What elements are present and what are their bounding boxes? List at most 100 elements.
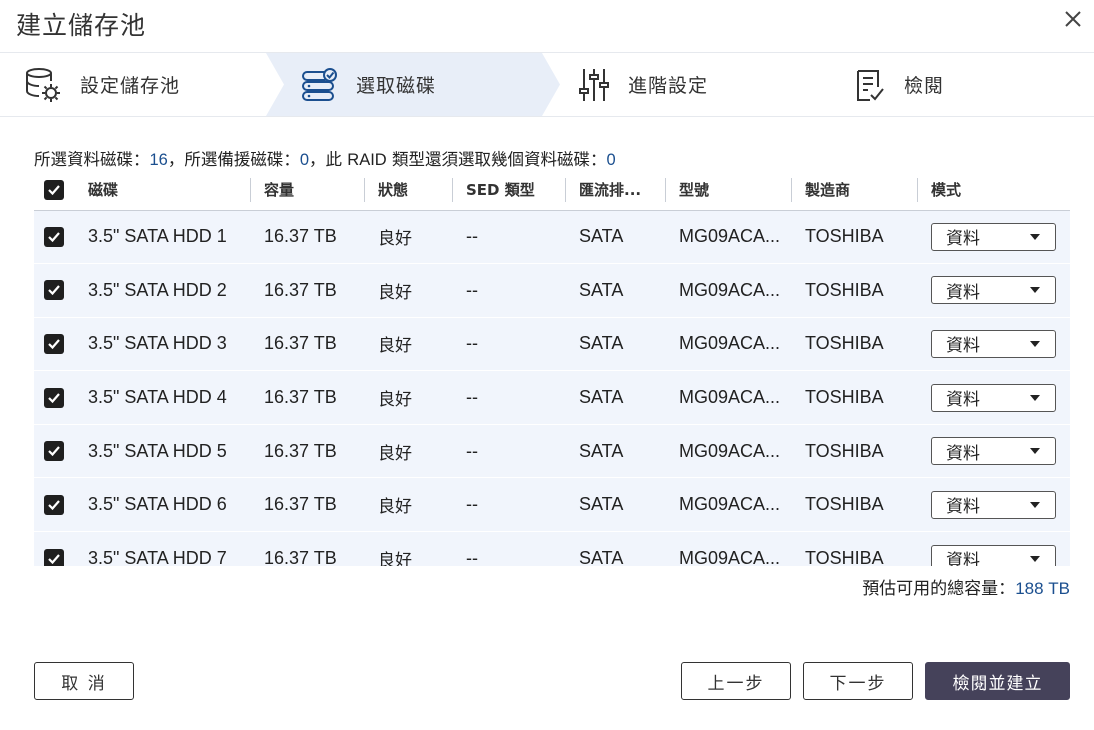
sliders-icon	[579, 68, 609, 101]
disk-name: 3.5" SATA HDD 3	[74, 316, 250, 371]
disk-sed-type: --	[452, 477, 565, 532]
table-row[interactable]: 3.5" SATA HDD 2 16.37 TB 良好 -- SATA MG09…	[34, 263, 1070, 318]
disk-name: 3.5" SATA HDD 6	[74, 477, 250, 532]
disk-bus: SATA	[565, 263, 665, 318]
column-header-bus[interactable]: 匯流排...	[565, 170, 665, 211]
disk-vendor: TOSHIBA	[791, 370, 917, 425]
review-checklist-icon	[857, 69, 884, 101]
row-checkbox[interactable]	[44, 387, 64, 408]
spare-disk-count: 0	[299, 151, 310, 169]
caret-down-icon	[1030, 340, 1040, 347]
storage-pool-settings-icon	[26, 67, 60, 102]
caret-down-icon	[1030, 555, 1040, 562]
column-header-vendor[interactable]: 製造商	[791, 170, 917, 211]
step-select-disks[interactable]: 選取磁碟	[300, 53, 436, 116]
disk-bus: SATA	[565, 209, 665, 264]
mode-select[interactable]: 資料	[931, 437, 1056, 466]
caret-down-icon	[1030, 501, 1040, 508]
column-header-disk[interactable]: 磁碟	[74, 170, 250, 211]
caret-down-icon	[1030, 394, 1040, 401]
disk-vendor: TOSHIBA	[791, 423, 917, 478]
disk-model: MG09ACA...	[665, 209, 791, 264]
close-button[interactable]	[1058, 4, 1088, 34]
disk-name: 3.5" SATA HDD 2	[74, 263, 250, 318]
disk-capacity: 16.37 TB	[250, 263, 364, 318]
disk-vendor: TOSHIBA	[791, 209, 917, 264]
disk-sed-type: --	[452, 316, 565, 371]
check-icon	[48, 553, 60, 564]
step-label: 選取磁碟	[356, 75, 437, 97]
caret-down-icon	[1030, 448, 1040, 455]
column-header-sed-type[interactable]: SED 類型	[452, 170, 565, 211]
disk-sed-type: --	[452, 531, 565, 566]
disk-status: 良好	[378, 336, 412, 357]
row-checkbox[interactable]	[44, 548, 64, 566]
table-row[interactable]: 3.5" SATA HDD 6 16.37 TB 良好 -- SATA MG09…	[34, 477, 1070, 532]
disk-status: 良好	[378, 551, 412, 566]
disk-capacity: 16.37 TB	[250, 370, 364, 425]
disk-capacity: 16.37 TB	[250, 531, 364, 566]
step-storage-pool-settings[interactable]: 設定儲存池	[24, 53, 180, 116]
cancel-button[interactable]: 取 消	[34, 662, 134, 700]
disk-bus: SATA	[565, 316, 665, 371]
column-header-mode[interactable]: 模式	[917, 170, 1070, 211]
step-advanced-settings[interactable]: 進階設定	[578, 53, 708, 116]
table-row[interactable]: 3.5" SATA HDD 1 16.37 TB 良好 -- SATA MG09…	[34, 209, 1070, 264]
mode-select[interactable]: 資料	[931, 329, 1056, 358]
column-header-model[interactable]: 型號	[665, 170, 791, 211]
table-header: 磁碟 容量 狀態 SED 類型 匯流排... 型號 製造商 模式	[34, 170, 1070, 211]
check-icon	[48, 339, 60, 350]
row-checkbox[interactable]	[44, 226, 64, 247]
mode-select[interactable]: 資料	[931, 490, 1056, 519]
select-disks-icon	[302, 67, 337, 101]
caret-down-icon	[1030, 233, 1040, 240]
row-checkbox[interactable]	[44, 333, 64, 354]
row-checkbox[interactable]	[44, 441, 64, 462]
disk-table: 磁碟 容量 狀態 SED 類型 匯流排... 型號 製造商 模式 3.5" SA…	[34, 170, 1070, 566]
step-label: 設定儲存池	[80, 75, 181, 97]
disk-bus: SATA	[565, 531, 665, 566]
disk-sed-type: --	[452, 370, 565, 425]
next-button[interactable]: 下一步	[803, 662, 913, 700]
disk-status: 良好	[378, 390, 412, 411]
disk-capacity: 16.37 TB	[250, 423, 364, 478]
disk-name: 3.5" SATA HDD 5	[74, 423, 250, 478]
estimated-capacity: 預估可用的總容量：188 TB	[862, 574, 1070, 599]
disk-model: MG09ACA...	[665, 423, 791, 478]
mode-select[interactable]: 資料	[931, 276, 1056, 305]
disk-capacity: 16.37 TB	[250, 209, 364, 264]
row-checkbox[interactable]	[44, 280, 64, 301]
mode-select[interactable]: 資料	[931, 383, 1056, 412]
check-icon	[48, 232, 60, 242]
summary-text: RAID	[347, 151, 387, 169]
disk-model: MG09ACA...	[665, 316, 791, 371]
disk-vendor: TOSHIBA	[791, 316, 917, 371]
disk-status: 良好	[378, 497, 412, 518]
check-icon	[48, 500, 60, 510]
check-icon	[48, 285, 60, 296]
summary-text: ，此	[309, 150, 348, 169]
disk-sed-type: --	[452, 263, 565, 318]
column-header-capacity[interactable]: 容量	[250, 170, 364, 211]
step-label: 進階設定	[628, 75, 709, 97]
previous-button[interactable]: 上一步	[681, 662, 791, 700]
mode-select[interactable]: 資料	[931, 544, 1056, 566]
wizard-steps: 設定儲存池 選取磁碟 進階設定 檢閱	[0, 52, 1094, 117]
check-icon	[48, 185, 60, 195]
table-row[interactable]: 3.5" SATA HDD 5 16.37 TB 良好 -- SATA MG09…	[34, 423, 1070, 478]
table-row[interactable]: 3.5" SATA HDD 7 16.37 TB 良好 -- SATA MG09…	[34, 531, 1070, 566]
disk-status: 良好	[378, 443, 412, 464]
table-row[interactable]: 3.5" SATA HDD 4 16.37 TB 良好 -- SATA MG09…	[34, 370, 1070, 425]
column-header-status[interactable]: 狀態	[364, 170, 452, 211]
table-row[interactable]: 3.5" SATA HDD 3 16.37 TB 良好 -- SATA MG09…	[34, 316, 1070, 371]
select-all-checkbox[interactable]	[44, 179, 64, 200]
step-review[interactable]: 檢閱	[854, 53, 944, 116]
review-and-create-button[interactable]: 檢閱並建立	[925, 662, 1070, 700]
disk-name: 3.5" SATA HDD 7	[74, 531, 250, 566]
row-checkbox[interactable]	[44, 494, 64, 515]
mode-select[interactable]: 資料	[931, 222, 1056, 251]
disk-status: 良好	[378, 229, 412, 250]
disk-model: MG09ACA...	[665, 477, 791, 532]
disk-sed-type: --	[452, 423, 565, 478]
disk-model: MG09ACA...	[665, 263, 791, 318]
